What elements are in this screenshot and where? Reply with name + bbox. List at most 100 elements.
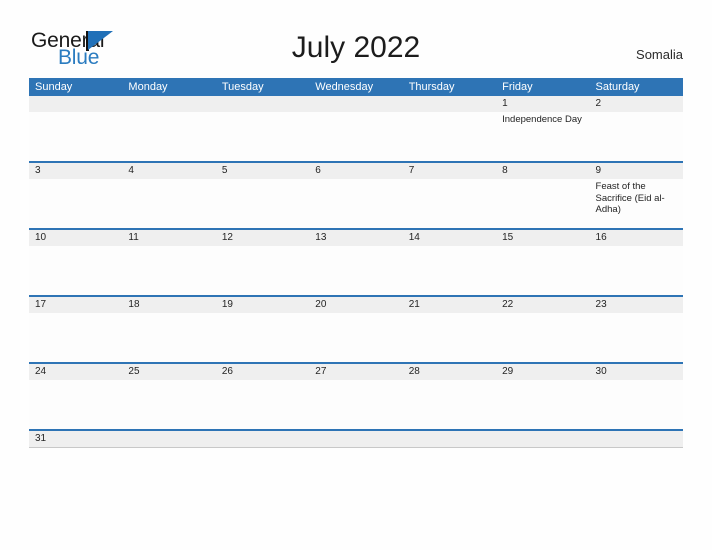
event-cell (403, 380, 496, 429)
event-cell (216, 313, 309, 362)
calendar-week-row: 24 25 26 27 28 29 30 (29, 362, 683, 429)
week-date-numbers: 31 (29, 431, 683, 447)
week-date-numbers: 3 4 5 6 7 8 9 (29, 163, 683, 179)
page-header: General Blue July 2022 Somalia (0, 0, 712, 78)
calendar-week-row: 10 11 12 13 14 15 16 (29, 228, 683, 295)
page-title: July 2022 (291, 31, 421, 64)
weekday-header-sunday: Sunday (35, 81, 73, 93)
calendar-week-row: 17 18 19 20 21 22 23 (29, 295, 683, 362)
event-cell: Feast of the Sacrifice (Eid al-Adha) (595, 181, 665, 215)
weekday-header-saturday: Saturday (595, 81, 640, 93)
date-cell[interactable]: 25 (122, 364, 215, 380)
event-cell (309, 112, 402, 161)
date-cell[interactable] (309, 431, 402, 447)
weekday-header-wednesday: Wednesday (315, 81, 374, 93)
event-cell (496, 313, 589, 362)
date-cell[interactable]: 10 (29, 230, 122, 246)
date-cell[interactable] (403, 96, 496, 112)
event-cell (309, 246, 402, 295)
date-cell[interactable]: 23 (590, 297, 683, 313)
date-cell[interactable]: 12 (216, 230, 309, 246)
date-cell[interactable]: 29 (496, 364, 589, 380)
event-cell (403, 313, 496, 362)
date-cell[interactable] (309, 96, 402, 112)
event-cell (309, 179, 402, 228)
event-cell (216, 380, 309, 429)
date-cell[interactable]: 13 (309, 230, 402, 246)
event-cell (29, 313, 122, 362)
date-cell[interactable] (122, 431, 215, 447)
event-cell (29, 112, 122, 161)
date-cell[interactable] (29, 96, 122, 112)
date-cell[interactable]: 8 (496, 163, 589, 179)
event-cell (122, 179, 215, 228)
date-cell[interactable]: 14 (403, 230, 496, 246)
weekday-header-tuesday: Tuesday (221, 81, 264, 93)
event-cell (309, 313, 402, 362)
calendar-table: Sunday Monday Tuesday Wednesday Thursday… (29, 78, 683, 448)
event-cell (590, 112, 683, 161)
date-cell[interactable]: 21 (403, 297, 496, 313)
calendar-week-row: 3 4 5 6 7 8 9 Feast of the Sacrifice (Ei… (29, 161, 683, 228)
event-cell (29, 179, 122, 228)
event-cell (122, 246, 215, 295)
week-event-row (29, 380, 683, 429)
date-cell[interactable]: 1 (496, 96, 589, 112)
event-cell: Independence Day (502, 114, 582, 125)
date-cell[interactable] (216, 96, 309, 112)
date-cell[interactable]: 2 (590, 96, 683, 112)
date-cell[interactable] (122, 96, 215, 112)
week-date-numbers: 17 18 19 20 21 22 23 (29, 297, 683, 313)
date-cell[interactable]: 24 (29, 364, 122, 380)
date-cell[interactable]: 22 (496, 297, 589, 313)
week-date-numbers: 1 2 (29, 96, 683, 112)
weekday-header-friday: Friday (502, 81, 533, 93)
date-cell[interactable]: 20 (309, 297, 402, 313)
event-cell (590, 380, 683, 429)
date-cell[interactable] (216, 431, 309, 447)
weekday-header-monday: Monday (128, 81, 168, 93)
event-cell (403, 112, 496, 161)
date-cell[interactable]: 28 (403, 364, 496, 380)
date-cell[interactable]: 15 (496, 230, 589, 246)
week-event-row: Independence Day (29, 112, 683, 161)
date-cell[interactable]: 6 (309, 163, 402, 179)
date-cell[interactable]: 11 (122, 230, 215, 246)
date-cell[interactable]: 19 (216, 297, 309, 313)
date-cell[interactable]: 31 (29, 431, 122, 447)
event-cell (216, 112, 309, 161)
event-cell (29, 380, 122, 429)
event-cell (590, 246, 683, 295)
calendar-week-row: 1 2 Independence Day (29, 96, 683, 161)
week-date-numbers: 10 11 12 13 14 15 16 (29, 230, 683, 246)
date-cell[interactable]: 17 (29, 297, 122, 313)
calendar-week-row: 31 (29, 429, 683, 448)
event-cell (216, 246, 309, 295)
event-cell (122, 380, 215, 429)
date-cell[interactable]: 27 (309, 364, 402, 380)
date-cell[interactable]: 26 (216, 364, 309, 380)
week-date-numbers: 24 25 26 27 28 29 30 (29, 364, 683, 380)
week-event-row (29, 313, 683, 362)
date-cell[interactable] (590, 431, 683, 447)
date-cell[interactable]: 3 (29, 163, 122, 179)
country-label: Somalia (636, 47, 683, 62)
date-cell[interactable]: 9 (590, 163, 683, 179)
event-cell (122, 313, 215, 362)
date-cell[interactable]: 30 (590, 364, 683, 380)
event-cell (309, 380, 402, 429)
event-cell (403, 246, 496, 295)
weekday-header-thursday: Thursday (408, 81, 455, 93)
event-cell (496, 179, 589, 228)
date-cell[interactable] (403, 431, 496, 447)
date-cell[interactable]: 16 (590, 230, 683, 246)
date-cell[interactable]: 7 (403, 163, 496, 179)
date-cell[interactable] (496, 431, 589, 447)
calendar-page: General Blue July 2022 Somalia Sunday Mo… (0, 0, 712, 550)
date-cell[interactable]: 4 (122, 163, 215, 179)
date-cell[interactable]: 5 (216, 163, 309, 179)
event-cell (496, 246, 589, 295)
date-cell[interactable]: 18 (122, 297, 215, 313)
event-cell (216, 179, 309, 228)
event-cell (496, 380, 589, 429)
